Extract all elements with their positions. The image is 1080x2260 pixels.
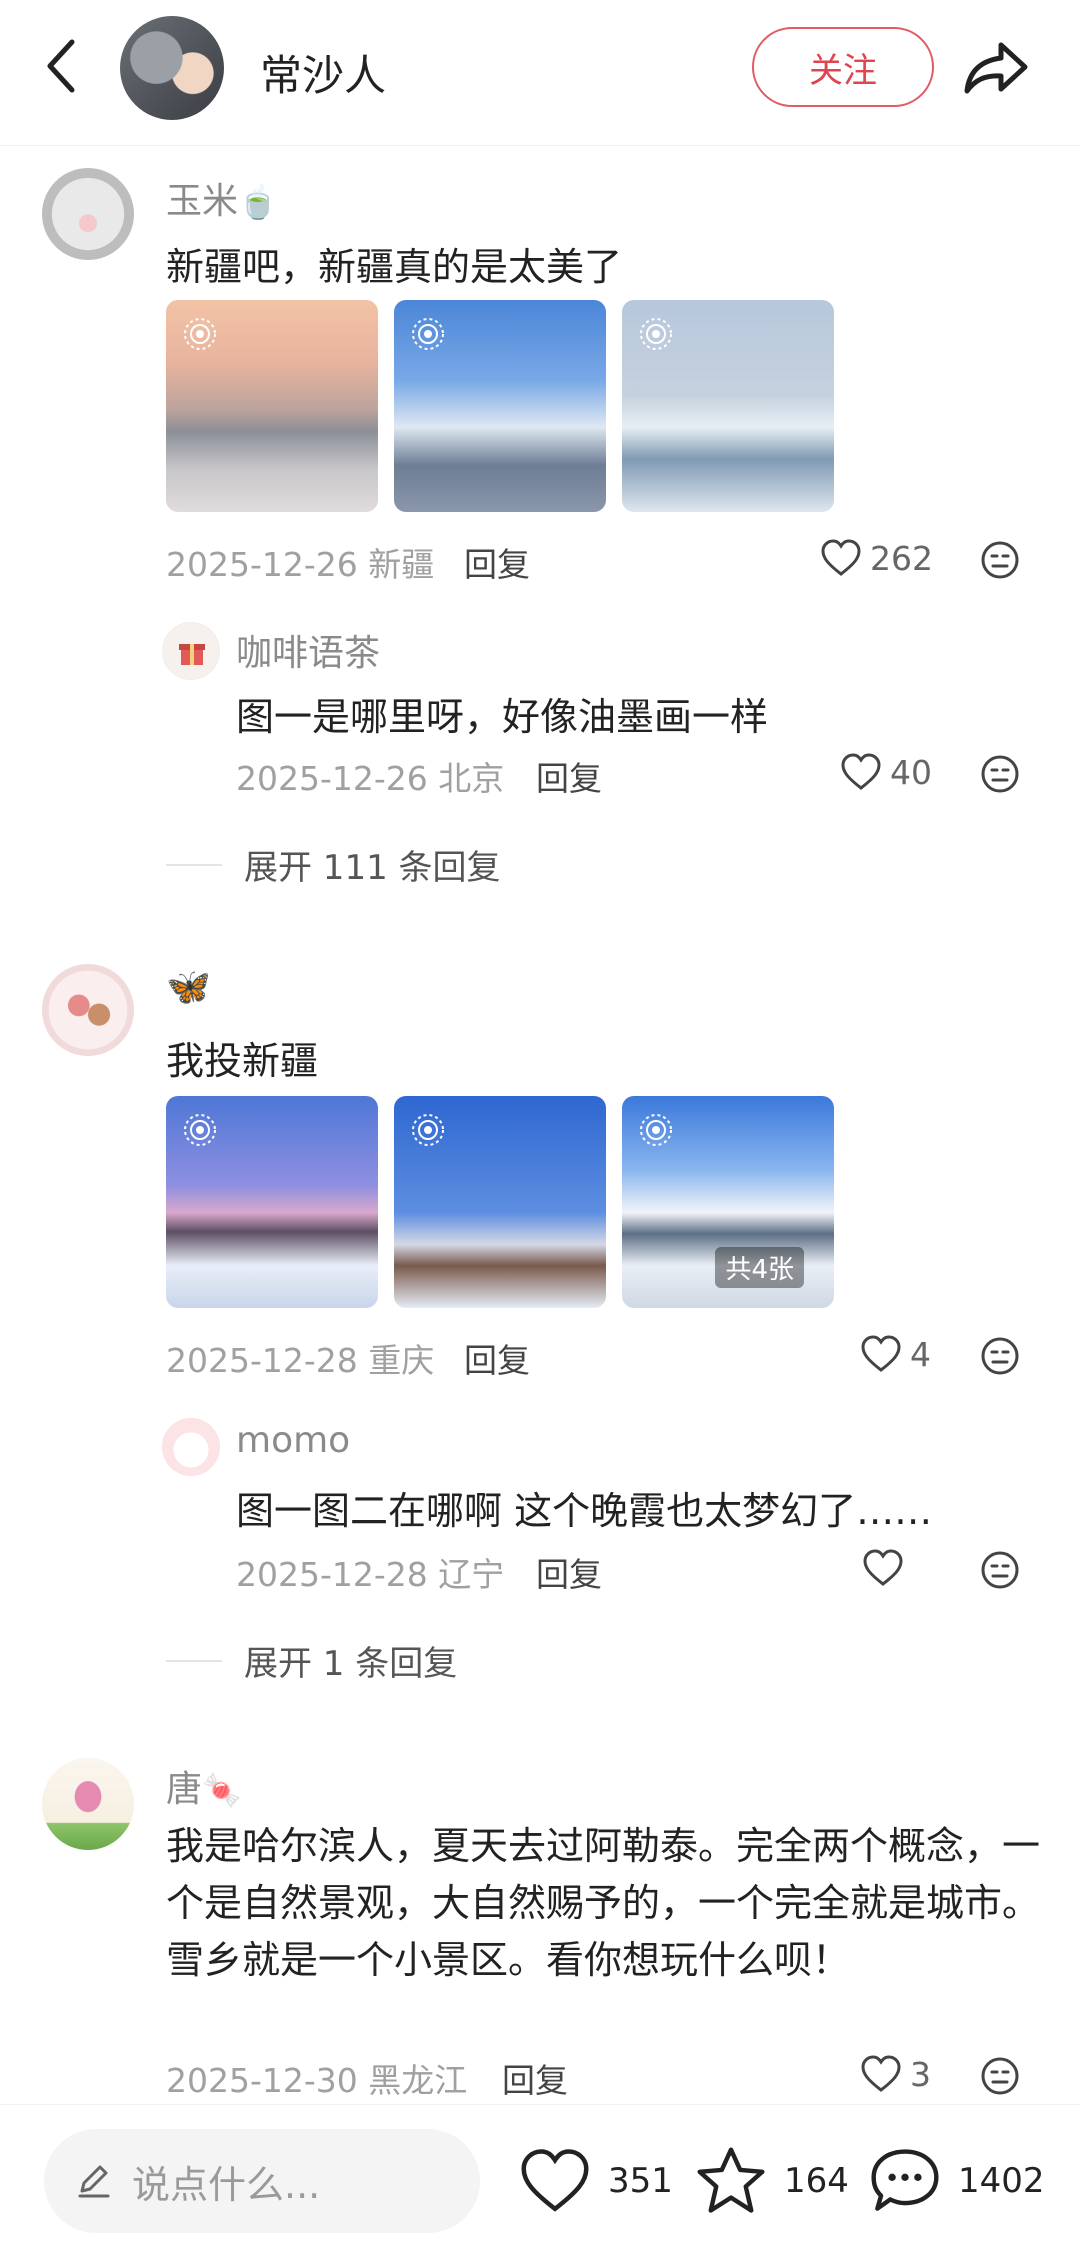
comment-input[interactable]: 说点什么... <box>44 2129 480 2233</box>
divider <box>166 863 222 866</box>
post-comment-count: 1402 <box>958 2161 1045 2201</box>
dislike-face-icon[interactable] <box>980 2056 1020 2096</box>
expand-label: 展开 111 条回复 <box>244 848 501 888</box>
gift-icon <box>179 644 205 665</box>
favorite-post-button[interactable]: 164 <box>694 2141 849 2221</box>
like-button[interactable]: 262 <box>820 536 933 580</box>
comment-text[interactable]: 我投新疆 <box>166 1030 318 1085</box>
reply-button[interactable]: 回复 <box>502 2054 568 2102</box>
expand-replies-button[interactable]: 展开 111 条回复 <box>166 840 501 889</box>
post-favorite-count: 164 <box>784 2161 849 2201</box>
like-button[interactable]: 4 <box>860 1332 931 1376</box>
like-count: 3 <box>910 2054 931 2094</box>
heart-icon <box>821 539 861 576</box>
tea-emoji-icon: 🍵 <box>238 183 278 221</box>
live-photo-icon <box>412 1114 444 1146</box>
like-count: 4 <box>910 1334 931 1374</box>
comment-post-button[interactable]: 1402 <box>868 2141 1045 2221</box>
live-photo-icon <box>412 318 444 350</box>
reply-button[interactable]: 回复 <box>536 1548 602 1596</box>
username-text: 唐 <box>166 1769 203 1810</box>
like-button[interactable]: 3 <box>860 2052 931 2096</box>
comment-avatar[interactable] <box>42 964 134 1056</box>
like-button[interactable]: 40 <box>840 750 932 794</box>
divider <box>166 1659 222 1662</box>
author-avatar[interactable] <box>120 16 224 120</box>
bottom-action-bar: 说点什么... 351 164 1402 <box>0 2104 1080 2260</box>
back-button[interactable] <box>36 36 86 96</box>
share-icon <box>964 42 1028 94</box>
comment-image[interactable] <box>166 1096 378 1308</box>
heart-icon <box>841 753 881 790</box>
post-like-count: 351 <box>608 2161 673 2201</box>
comment-text[interactable]: 新疆吧，新疆真的是太美了 <box>166 236 622 291</box>
expand-label: 展开 1 条回复 <box>244 1644 458 1684</box>
dislike-face-icon[interactable] <box>980 1336 1020 1376</box>
reply-username[interactable]: momo <box>236 1420 350 1461</box>
reply-avatar[interactable] <box>162 1418 220 1476</box>
username-text: 玉米 <box>166 181 239 222</box>
dislike-face-icon[interactable] <box>980 754 1020 794</box>
dislike-face-icon[interactable] <box>980 1550 1020 1590</box>
like-count: 40 <box>890 752 932 792</box>
comment-username[interactable]: 玉米🍵 <box>166 172 278 224</box>
comment-image[interactable]: 共4张 <box>622 1096 834 1308</box>
like-button[interactable] <box>862 1546 912 1590</box>
comment-text[interactable]: 我是哈尔滨人，夏天去过阿勒泰。完全两个概念，一个是自然景观，大自然赐予的，一个完… <box>166 1818 1046 1989</box>
reply-button[interactable]: 回复 <box>464 1334 530 1382</box>
reply-date-location: 2025-12-28 辽宁 <box>236 1555 505 1594</box>
comment-date-location: 2025-12-30 黑龙江 <box>166 2061 468 2100</box>
like-post-button[interactable]: 351 <box>518 2141 673 2221</box>
follow-button[interactable]: 关注 <box>752 27 934 107</box>
like-count: 262 <box>870 538 933 578</box>
comment-date-location: 2025-12-28 重庆 <box>166 1341 435 1380</box>
comment-avatar[interactable] <box>42 1758 134 1850</box>
reply-avatar[interactable] <box>162 622 220 680</box>
comment-date-location: 2025-12-26 新疆 <box>166 545 435 584</box>
reply-date-location: 2025-12-26 北京 <box>236 759 505 798</box>
star-icon <box>697 2147 765 2213</box>
image-count-badge: 共4张 <box>715 1247 804 1288</box>
candy-emoji-icon: 🍬 <box>202 1771 242 1809</box>
comment-image[interactable] <box>394 1096 606 1308</box>
dislike-face-icon[interactable] <box>980 540 1020 580</box>
comment-image[interactable] <box>394 300 606 512</box>
reply-username[interactable]: 咖啡语茶 <box>236 624 380 676</box>
reply-button[interactable]: 回复 <box>464 538 530 586</box>
comment-username[interactable]: 唐🍬 <box>166 1760 242 1812</box>
live-photo-icon <box>184 1114 216 1146</box>
comment-username[interactable]: 🦋 <box>166 966 211 1008</box>
comment-image[interactable] <box>622 300 834 512</box>
reply-text[interactable]: 图一图二在哪啊 这个晚霞也太梦幻了…… <box>236 1480 932 1535</box>
live-photo-icon <box>640 1114 672 1146</box>
comment-image[interactable] <box>166 300 378 512</box>
reply-button[interactable]: 回复 <box>536 752 602 800</box>
author-name[interactable]: 常沙人 <box>260 42 386 103</box>
comment-avatar[interactable] <box>42 168 134 260</box>
expand-replies-button[interactable]: 展开 1 条回复 <box>166 1636 457 1685</box>
share-button[interactable] <box>958 32 1034 102</box>
heart-icon <box>861 2055 901 2092</box>
comment-bubble-icon <box>871 2149 939 2211</box>
heart-icon <box>521 2149 589 2212</box>
live-photo-icon <box>640 318 672 350</box>
heart-icon <box>861 1335 901 1372</box>
reply-text[interactable]: 图一是哪里呀，好像油墨画一样 <box>236 686 768 741</box>
heart-icon <box>863 1549 903 1586</box>
live-photo-icon <box>184 318 216 350</box>
pencil-icon <box>78 2165 110 2198</box>
comment-input-placeholder: 说点什么... <box>132 2162 321 2207</box>
top-nav-bar: 常沙人 关注 <box>0 0 1080 146</box>
back-arrow-icon <box>47 39 75 93</box>
